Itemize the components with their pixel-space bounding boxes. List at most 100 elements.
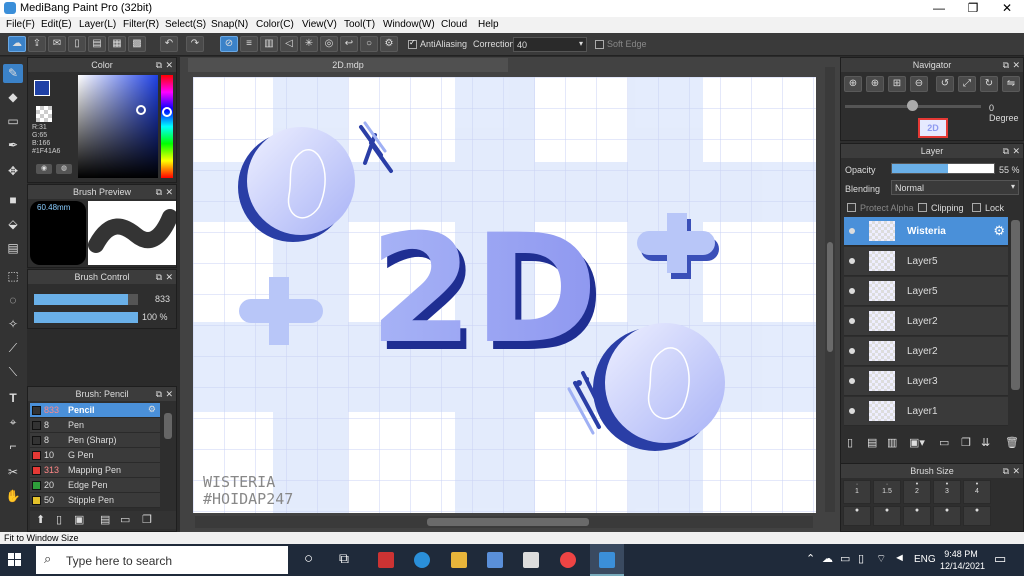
menu-file[interactable]: File(F) (6, 19, 35, 30)
hand-tool-icon[interactable]: ✋ (3, 487, 23, 506)
primary-color-swatch[interactable] (34, 80, 50, 96)
rect-tool-icon[interactable]: ▭ (3, 112, 23, 131)
brush-size-cell[interactable]: ● (843, 506, 871, 526)
eyedropper-icon[interactable]: ⌐ (3, 437, 23, 456)
layer-row[interactable]: Layer5 (844, 277, 1008, 306)
menu-help[interactable]: Help (478, 19, 499, 30)
close-icon[interactable]: ✕ (1012, 58, 1020, 72)
brush-size-cell[interactable]: ● (933, 506, 961, 526)
menu-filter[interactable]: Filter(R) (123, 19, 159, 30)
minimize-button[interactable]: — (922, 0, 956, 17)
brush-menu-icon[interactable]: ▣ (74, 513, 84, 526)
menu-tool[interactable]: Tool(T) (344, 19, 375, 30)
volume-icon[interactable]: ◄ (894, 552, 905, 564)
snap-curve-icon[interactable]: ↩ (340, 36, 358, 52)
brush-item-g-pen[interactable]: 10 G Pen (30, 448, 160, 463)
select-eraser-icon[interactable]: ⟍ (3, 363, 23, 382)
fit-icon[interactable]: ⤢ (958, 76, 976, 92)
document-tab[interactable]: 2D.mdp (188, 58, 508, 72)
rotate-left-icon[interactable]: ↺ (936, 76, 954, 92)
folder-icon[interactable]: ▭ (939, 436, 949, 449)
palette-icon[interactable]: ◍ (56, 164, 72, 174)
layer-row[interactable]: Wisteria ⚙ (844, 217, 1008, 246)
horizontal-scrollbar[interactable] (195, 516, 813, 528)
brush-size-cell[interactable]: ● (903, 506, 931, 526)
menu-edit[interactable]: Edit(E) (41, 19, 72, 30)
brush-size-cell[interactable]: · 1.5 (873, 480, 901, 504)
bucket-tool-icon[interactable]: ⬙ (3, 215, 23, 234)
select-tool-icon[interactable]: ⬚ (3, 267, 23, 286)
brush-settings-icon[interactable]: ▤ (100, 513, 110, 526)
operation-tool-icon[interactable]: ⌖ (3, 413, 23, 432)
layer-list-scrollbar[interactable] (1011, 220, 1020, 390)
brush-size-cell[interactable]: ● (963, 506, 991, 526)
menu-color[interactable]: Color(C) (256, 19, 294, 30)
eye-icon[interactable] (849, 408, 855, 414)
language-indicator[interactable]: ENG (914, 554, 936, 565)
eraser-tool-icon[interactable]: ◆ (3, 88, 23, 107)
popout-icon[interactable]: ⧉ (156, 387, 162, 401)
brush-size-cell[interactable]: · 1 (843, 480, 871, 504)
brush-item-pencil[interactable]: 833 Pencil ⚙ (30, 403, 160, 418)
menu-snap[interactable]: Snap(N) (211, 19, 248, 30)
redo-button[interactable]: ↷ (186, 36, 204, 52)
chrome-icon[interactable] (560, 552, 576, 568)
doc-icon[interactable]: ▤ (88, 36, 106, 52)
vertical-scroll-thumb[interactable] (827, 242, 833, 352)
gear-icon[interactable]: ⚙ (993, 223, 1005, 239)
new-layer-icon[interactable]: ▯ (847, 436, 853, 449)
eye-icon[interactable] (849, 228, 855, 234)
new-halftone-layer-icon[interactable]: ▤ (867, 436, 877, 449)
text-tool-icon[interactable]: T (3, 389, 23, 408)
close-icon[interactable]: ✕ (1012, 464, 1020, 478)
snap-settings-icon[interactable]: ⚙ (380, 36, 398, 52)
add-brush-icon[interactable]: ⬆ (36, 513, 45, 526)
select-pen-icon[interactable]: ⟋ (3, 339, 23, 358)
undo-button[interactable]: ↶ (160, 36, 178, 52)
share-icon[interactable]: ⇪ (28, 36, 46, 52)
snap-grid-icon[interactable]: ▥ (260, 36, 278, 52)
menu-select[interactable]: Select(S) (165, 19, 206, 30)
popout-icon[interactable]: ⧉ (156, 185, 162, 199)
snap-off-icon[interactable]: ⊘ (220, 36, 238, 52)
zoom-in-alt-icon[interactable]: ⊕ (866, 76, 884, 92)
page-icon[interactable]: ▯ (68, 36, 86, 52)
snap-radial-icon[interactable]: ✳ (300, 36, 318, 52)
frame-cut-icon[interactable]: ✂ (3, 463, 23, 482)
clock[interactable]: 9:48 PM 12/14/2021 (940, 548, 985, 572)
gradient-tool-icon[interactable]: ▤ (3, 239, 23, 258)
canvas[interactable]: 2D 2D WISTERIA #HOIDAP247 (193, 77, 816, 513)
duplicate-layer-icon[interactable]: ❐ (961, 436, 971, 449)
popout-icon[interactable]: ⧉ (1003, 58, 1009, 72)
fit-window-icon[interactable]: ⊞ (888, 76, 906, 92)
taskbar-search-input[interactable]: ⌕ Type here to search (36, 546, 288, 574)
brush-size-cell[interactable]: • 3 (933, 480, 961, 504)
menu-layer[interactable]: Layer(L) (79, 19, 116, 30)
brush-item-stipple-pen[interactable]: 50 Stipple Pen (30, 493, 160, 508)
rotation-slider-handle[interactable] (907, 100, 918, 111)
hue-handle[interactable] (162, 107, 172, 117)
saturation-value-square[interactable] (78, 75, 158, 178)
brush-item-pen-sharp[interactable]: 8 Pen (Sharp) (30, 433, 160, 448)
eye-icon[interactable] (849, 288, 855, 294)
popout-icon[interactable]: ⧉ (1003, 144, 1009, 158)
layer-row[interactable]: Layer2 (844, 337, 1008, 366)
close-icon[interactable]: ✕ (165, 387, 173, 401)
blending-select[interactable]: Normal ▾ (891, 180, 1019, 195)
eye-icon[interactable] (849, 318, 855, 324)
horizontal-scroll-thumb[interactable] (427, 518, 589, 526)
popout-icon[interactable]: ⧉ (156, 58, 162, 72)
brush-list-scrollbar[interactable] (164, 413, 172, 439)
close-icon[interactable]: ✕ (165, 185, 173, 199)
brush-item-mapping-pen[interactable]: 313 Mapping Pen (30, 463, 160, 478)
layer-row[interactable]: Layer1 (844, 397, 1008, 426)
lock-checkbox[interactable] (972, 203, 981, 212)
menu-view[interactable]: View(V) (302, 19, 337, 30)
notification-icon[interactable]: ▭ (994, 551, 1006, 567)
mail-icon[interactable] (523, 552, 539, 568)
popout-icon[interactable]: ⧉ (156, 270, 162, 284)
popout-icon[interactable]: ⧉ (1003, 464, 1009, 478)
maximize-button[interactable]: ❐ (956, 0, 990, 17)
pen-tool-icon[interactable]: ✒ (3, 136, 23, 155)
color-picker-handle[interactable] (136, 105, 146, 115)
